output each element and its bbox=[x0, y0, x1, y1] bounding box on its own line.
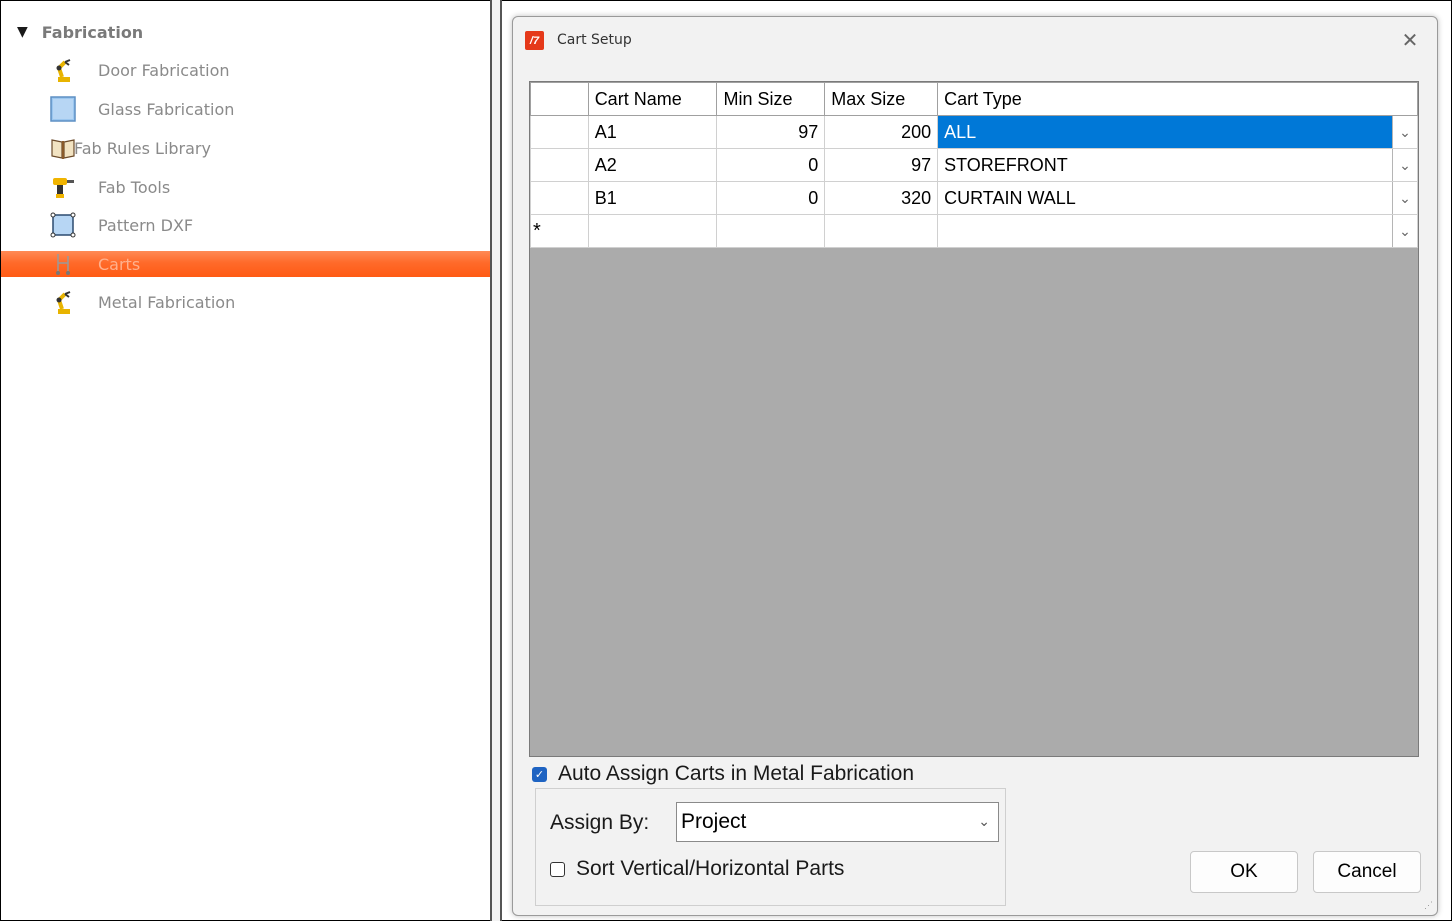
cart-table: Cart Name Min Size Max Size Cart Type A1… bbox=[530, 82, 1418, 248]
min-size-cell[interactable]: 97 bbox=[716, 115, 826, 149]
checkmark-icon[interactable]: ✓ bbox=[532, 766, 547, 782]
min-size-cell[interactable] bbox=[716, 214, 826, 248]
tree-item-fab-rules-library[interactable]: Fab Rules Library bbox=[1, 129, 490, 167]
panel-splitter[interactable] bbox=[490, 0, 502, 921]
tree-item-label: Pattern DXF bbox=[98, 215, 194, 235]
auto-assign-label: Auto Assign Carts in Metal Fabrication bbox=[558, 762, 914, 785]
new-row-marker: * bbox=[530, 214, 589, 248]
tree-item-pattern-dxf[interactable]: Pattern DXF bbox=[1, 206, 490, 244]
cart-name-cell[interactable]: A1 bbox=[587, 115, 718, 149]
cart-type-cell[interactable]: STOREFRONT ⌄ bbox=[937, 148, 1418, 182]
tree-item-label: Metal Fabrication bbox=[98, 292, 236, 312]
tree-item-label: Fab Tools bbox=[98, 177, 171, 197]
drill-icon bbox=[53, 178, 74, 198]
chevron-down-icon: ⌄ bbox=[978, 813, 990, 829]
chevron-down-icon[interactable]: ⌄ bbox=[1392, 116, 1417, 148]
cart-icon bbox=[56, 254, 70, 275]
checkbox-icon[interactable] bbox=[550, 861, 565, 877]
cart-type-cell[interactable]: ALL ⌄ bbox=[937, 115, 1418, 149]
max-size-cell[interactable]: 320 bbox=[824, 181, 939, 215]
cart-name-cell[interactable]: B1 bbox=[587, 181, 718, 215]
expand-caret-icon[interactable]: ▼ bbox=[17, 24, 28, 40]
dialog-title: Cart Setup bbox=[557, 32, 632, 48]
tree-item-carts[interactable]: Carts bbox=[1, 251, 490, 277]
cart-name-cell[interactable]: A2 bbox=[587, 148, 718, 182]
tree-item-label: Glass Fabrication bbox=[98, 99, 235, 119]
tree-item-metal-fabrication[interactable]: Metal Fabrication bbox=[1, 283, 490, 321]
robot-arm-icon bbox=[56, 59, 71, 82]
max-size-cell[interactable] bbox=[824, 214, 939, 248]
tree-group-label: Fabrication bbox=[41, 22, 144, 42]
table-row[interactable]: B1 0 320 CURTAIN WALL ⌄ bbox=[530, 181, 1418, 215]
sort-parts-label: Sort Vertical/Horizontal Parts bbox=[576, 857, 845, 880]
row-selector[interactable] bbox=[530, 115, 589, 149]
column-header-max-size[interactable]: Max Size bbox=[824, 82, 939, 116]
ok-button[interactable]: OK bbox=[1190, 851, 1298, 893]
assign-by-label: Assign By: bbox=[550, 811, 650, 834]
resize-grip-icon[interactable]: ⋰ bbox=[1424, 900, 1433, 911]
column-header-cart-name[interactable]: Cart Name bbox=[587, 82, 718, 116]
row-selector[interactable] bbox=[530, 148, 589, 182]
navigation-tree: ▼ Fabrication Door Fabrication Glass Fab… bbox=[1, 1, 490, 920]
tree-item-label: Carts bbox=[98, 254, 141, 274]
column-header-min-size[interactable]: Min Size bbox=[716, 82, 826, 116]
tree-item-label: Door Fabrication bbox=[98, 60, 230, 80]
glass-pane-icon bbox=[50, 96, 76, 122]
chevron-down-icon[interactable]: ⌄ bbox=[1392, 149, 1417, 181]
column-header-cart-type[interactable]: Cart Type bbox=[937, 82, 1418, 116]
cart-type-value: ALL bbox=[944, 121, 977, 142]
max-size-cell[interactable]: 97 bbox=[824, 148, 939, 182]
table-row[interactable]: A2 0 97 STOREFRONT ⌄ bbox=[530, 148, 1418, 182]
chevron-down-icon[interactable]: ⌄ bbox=[1392, 182, 1417, 214]
cart-type-cell[interactable]: CURTAIN WALL ⌄ bbox=[937, 181, 1418, 215]
auto-assign-checkbox[interactable]: ✓ Auto Assign Carts in Metal Fabrication bbox=[532, 762, 914, 786]
assign-by-select[interactable]: Project ⌄ bbox=[676, 802, 999, 842]
cart-setup-dialog: /7 Cart Setup ✕ Cart Name Min Size Max S… bbox=[512, 16, 1438, 916]
app-logo-icon: /7 bbox=[525, 31, 544, 50]
row-selector[interactable] bbox=[530, 181, 589, 215]
cart-type-value: CURTAIN WALL bbox=[944, 187, 1076, 208]
assign-by-value: Project bbox=[681, 810, 747, 833]
tree-item-fab-tools[interactable]: Fab Tools bbox=[1, 168, 490, 206]
pattern-square-icon bbox=[50, 212, 76, 238]
cart-name-cell[interactable] bbox=[587, 214, 718, 248]
close-icon[interactable]: ✕ bbox=[1393, 23, 1427, 57]
min-size-cell[interactable]: 0 bbox=[716, 148, 826, 182]
chevron-down-icon[interactable]: ⌄ bbox=[1392, 215, 1417, 247]
assign-options-group: Assign By: Project ⌄ Sort Vertical/Horiz… bbox=[535, 788, 1006, 906]
cart-grid[interactable]: Cart Name Min Size Max Size Cart Type A1… bbox=[529, 81, 1419, 757]
sort-parts-checkbox[interactable]: Sort Vertical/Horizontal Parts bbox=[550, 857, 844, 881]
cancel-button[interactable]: Cancel bbox=[1313, 851, 1421, 893]
tree-item-door-fabrication[interactable]: Door Fabrication bbox=[1, 51, 490, 89]
row-header-corner bbox=[530, 82, 589, 116]
robot-arm-icon bbox=[56, 291, 71, 314]
open-book-icon bbox=[51, 139, 75, 159]
new-row[interactable]: * ⌄ bbox=[530, 214, 1418, 248]
tree-item-glass-fabrication[interactable]: Glass Fabrication bbox=[1, 90, 490, 128]
cart-type-value: STOREFRONT bbox=[944, 154, 1068, 175]
tree-item-label: Fab Rules Library bbox=[74, 138, 211, 158]
tree-group-fabrication[interactable]: ▼ Fabrication bbox=[17, 21, 143, 43]
max-size-cell[interactable]: 200 bbox=[824, 115, 939, 149]
min-size-cell[interactable]: 0 bbox=[716, 181, 826, 215]
cart-type-cell[interactable]: ⌄ bbox=[937, 214, 1418, 248]
table-header-row: Cart Name Min Size Max Size Cart Type bbox=[530, 82, 1418, 116]
table-row[interactable]: A1 97 200 ALL ⌄ bbox=[530, 115, 1418, 149]
